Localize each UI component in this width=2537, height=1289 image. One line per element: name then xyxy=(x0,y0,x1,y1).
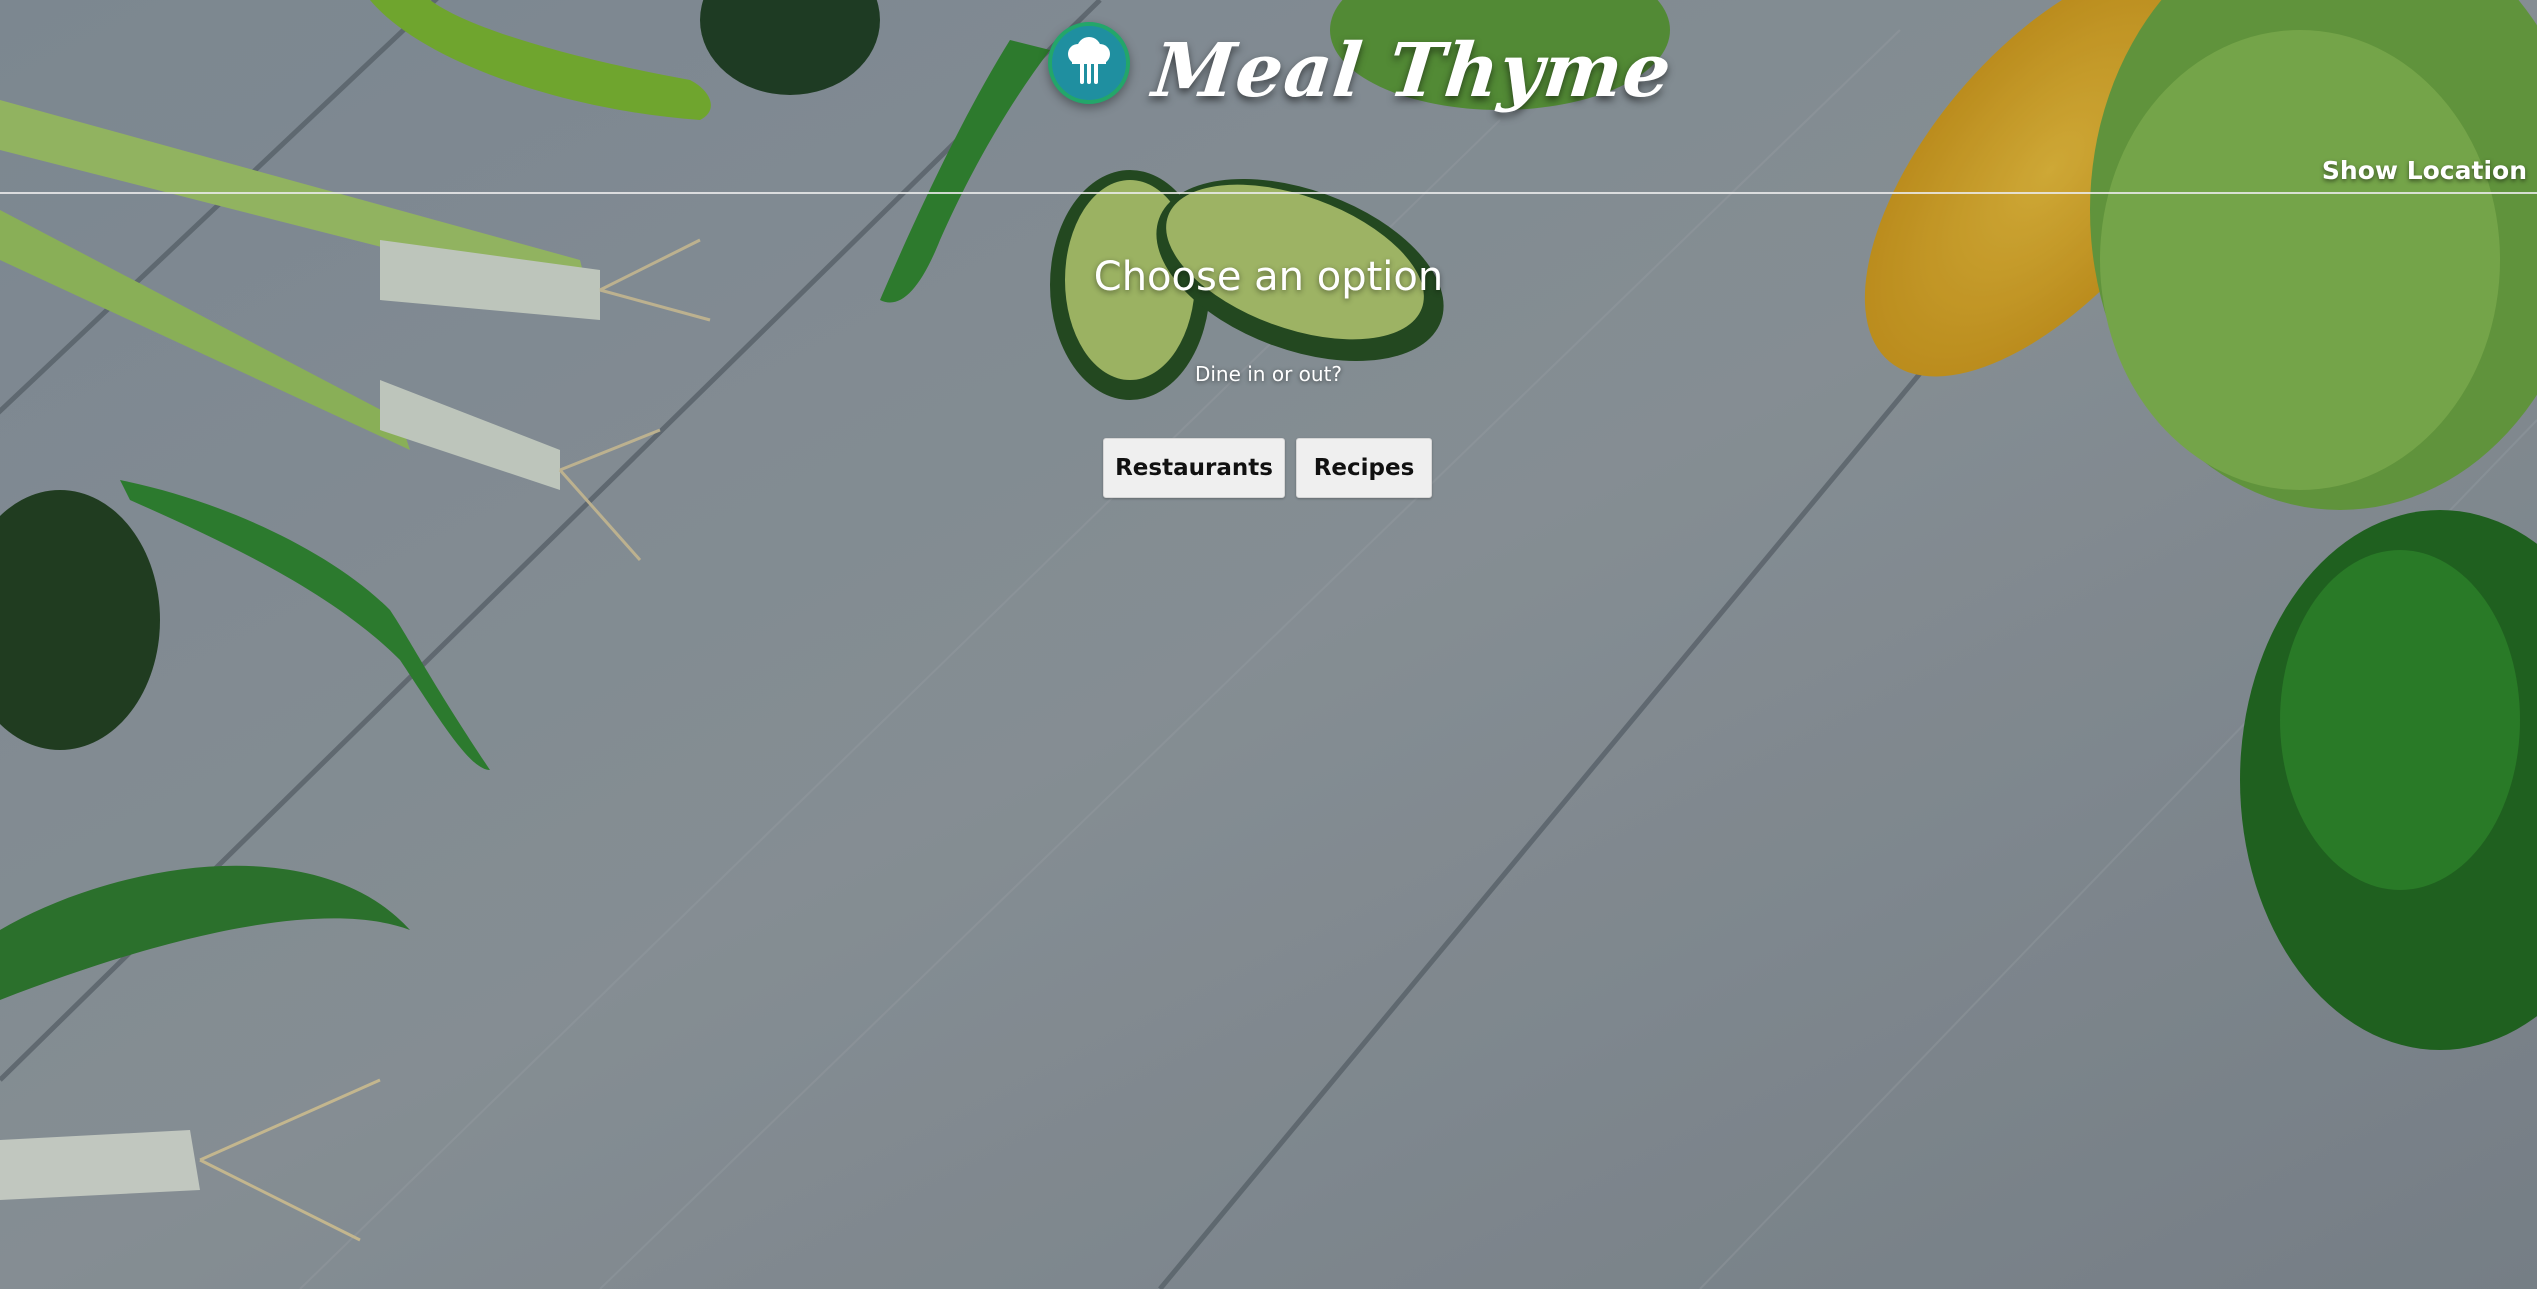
recipes-button[interactable]: Recipes xyxy=(1296,438,1432,498)
logo-badge[interactable] xyxy=(1048,22,1130,104)
show-location-link[interactable]: Show Location xyxy=(2322,156,2527,185)
header-divider xyxy=(0,192,2537,194)
brand-title: Meal Thyme xyxy=(1148,28,1676,114)
chef-hat-cutlery-icon xyxy=(1068,37,1110,84)
page-subtitle: Dine in or out? xyxy=(1194,362,1343,386)
page-title: Choose an option xyxy=(1093,254,1444,300)
restaurants-button[interactable]: Restaurants xyxy=(1103,438,1285,498)
